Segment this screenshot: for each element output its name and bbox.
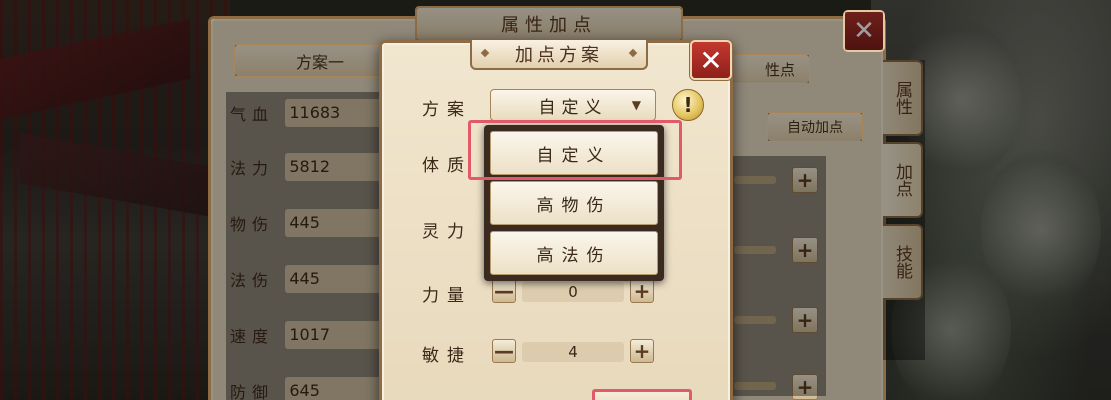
tab-attributes[interactable]: 属性 [883, 60, 923, 136]
plus-button[interactable]: + [792, 237, 818, 263]
dialog-close-button[interactable]: ✕ [690, 40, 732, 80]
attr-label: 敏捷 [422, 346, 472, 366]
stepper-value: 0 [522, 282, 624, 302]
stat-row: 速度 1017 [230, 320, 400, 350]
stat-row: 法伤 445 [230, 264, 400, 294]
minus-button[interactable]: — [492, 279, 516, 303]
attr-label: 灵力 [422, 222, 472, 242]
tab-allocate[interactable]: 加点 [883, 142, 923, 218]
close-icon: ✕ [699, 43, 723, 77]
tab-label: 属性 [892, 81, 912, 115]
close-icon: ✕ [853, 16, 875, 46]
stat-label: 物伤 [230, 215, 275, 234]
slider-track [734, 246, 776, 254]
slider-track [734, 176, 776, 184]
panel-close-button[interactable]: ✕ [843, 10, 885, 52]
plus-button[interactable]: + [792, 307, 818, 333]
attr-label: 力量 [422, 286, 472, 306]
stat-label: 防御 [230, 383, 275, 400]
scheme-select[interactable]: 自定义 ▼ [490, 89, 656, 121]
tab-label: 技能 [892, 245, 912, 279]
slider-track [734, 316, 776, 324]
stepper-value: 4 [522, 342, 624, 362]
scheme-selected-value: 自定义 [538, 97, 608, 118]
tab-label: 加点 [892, 163, 912, 197]
stat-label: 气血 [230, 105, 275, 124]
stat-label: 法伤 [230, 271, 275, 290]
info-warning-icon[interactable]: ! [672, 89, 704, 121]
plus-button[interactable]: + [630, 339, 654, 363]
allocation-scheme-dialog: 加点方案 ✕ 方案 自定义 ▼ ! 体质 灵力 力量 敏捷 — 0 + — 4 … [379, 40, 733, 400]
minus-button[interactable]: — [492, 339, 516, 363]
scheme-label: 方案 [422, 100, 472, 120]
dropdown-option-physical[interactable]: 高物伤 [490, 181, 658, 225]
stat-label: 速度 [230, 327, 275, 346]
panel-title: 属性加点 [415, 6, 683, 42]
stat-row: 法力 5812 [230, 152, 400, 182]
stat-row: 防御 645 [230, 376, 400, 400]
tab-skills[interactable]: 技能 [883, 224, 923, 300]
slider-track [734, 382, 776, 390]
selection-highlight [468, 120, 682, 180]
auto-allocate-button[interactable]: 自动加点 [767, 112, 863, 142]
dropdown-arrow-icon: ▼ [631, 98, 641, 112]
plus-button[interactable]: + [630, 279, 654, 303]
plus-button[interactable]: + [792, 374, 818, 400]
stat-row: 物伤 445 [230, 208, 400, 238]
dialog-title: 加点方案 [470, 40, 648, 70]
stat-row: 气血 11683 [230, 98, 400, 128]
dropdown-option-magic[interactable]: 高法伤 [490, 231, 658, 275]
stat-label: 法力 [230, 159, 275, 178]
confirm-button[interactable] [592, 389, 692, 400]
plus-button[interactable]: + [792, 167, 818, 193]
